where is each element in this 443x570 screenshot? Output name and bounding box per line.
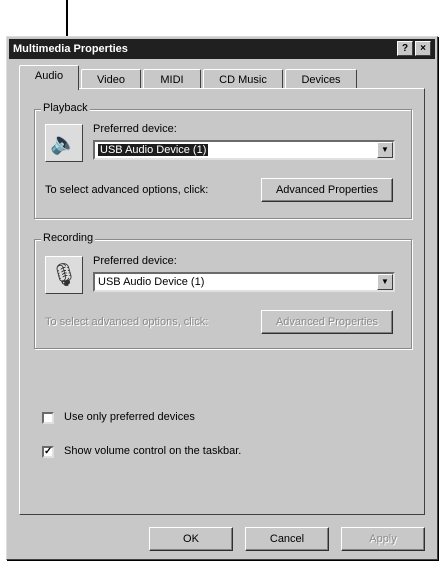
tab-cd-music[interactable]: CD Music	[203, 69, 283, 89]
ok-button[interactable]: OK	[149, 527, 233, 551]
playback-device-value: USB Audio Device (1)	[98, 144, 209, 156]
window-title: Multimedia Properties	[13, 43, 128, 55]
playback-advanced-button[interactable]: Advanced Properties	[261, 178, 393, 202]
recording-device-select[interactable]: USB Audio Device (1) ▼	[93, 272, 395, 292]
use-preferred-label: Use only preferred devices	[64, 411, 195, 423]
recording-device-value: USB Audio Device (1)	[98, 276, 205, 288]
recording-group: Recording 🎙 Preferred device: USB Audio …	[34, 232, 412, 349]
title-bar: Multimedia Properties ? ×	[9, 39, 435, 59]
playback-group: Playback 🔈 Preferred device: USB Audio D…	[34, 102, 412, 219]
playback-group-title: Playback	[41, 102, 90, 114]
tab-audio[interactable]: Audio	[19, 65, 79, 90]
properties-dialog: Multimedia Properties ? × Audio Video MI…	[6, 36, 438, 560]
recording-group-title: Recording	[41, 232, 96, 244]
chevron-down-icon[interactable]: ▼	[377, 274, 393, 290]
apply-button[interactable]: Apply	[341, 527, 425, 551]
show-volume-label: Show volume control on the taskbar.	[64, 445, 242, 457]
chevron-down-icon[interactable]: ▼	[377, 142, 393, 158]
tab-video[interactable]: Video	[81, 69, 141, 89]
audio-tab-panel: Playback 🔈 Preferred device: USB Audio D…	[19, 88, 425, 515]
tab-midi[interactable]: MIDI	[143, 69, 201, 89]
speaker-device-icon: 🔈	[45, 124, 83, 162]
microphone-device-icon: 🎙	[45, 256, 83, 294]
playback-device-select[interactable]: USB Audio Device (1) ▼	[93, 140, 395, 160]
use-preferred-checkbox[interactable]	[42, 412, 54, 424]
show-volume-checkbox[interactable]: ✓	[42, 446, 54, 458]
recording-preferred-label: Preferred device:	[93, 255, 177, 267]
recording-advanced-text: To select advanced options, click:	[45, 316, 209, 328]
recording-advanced-button[interactable]: Advanced Properties	[261, 310, 393, 334]
playback-preferred-label: Preferred device:	[93, 123, 177, 135]
help-button[interactable]: ?	[397, 41, 413, 56]
tab-devices[interactable]: Devices	[285, 69, 357, 89]
playback-advanced-text: To select advanced options, click:	[45, 184, 209, 196]
close-button[interactable]: ×	[415, 41, 431, 56]
cancel-button[interactable]: Cancel	[245, 527, 329, 551]
